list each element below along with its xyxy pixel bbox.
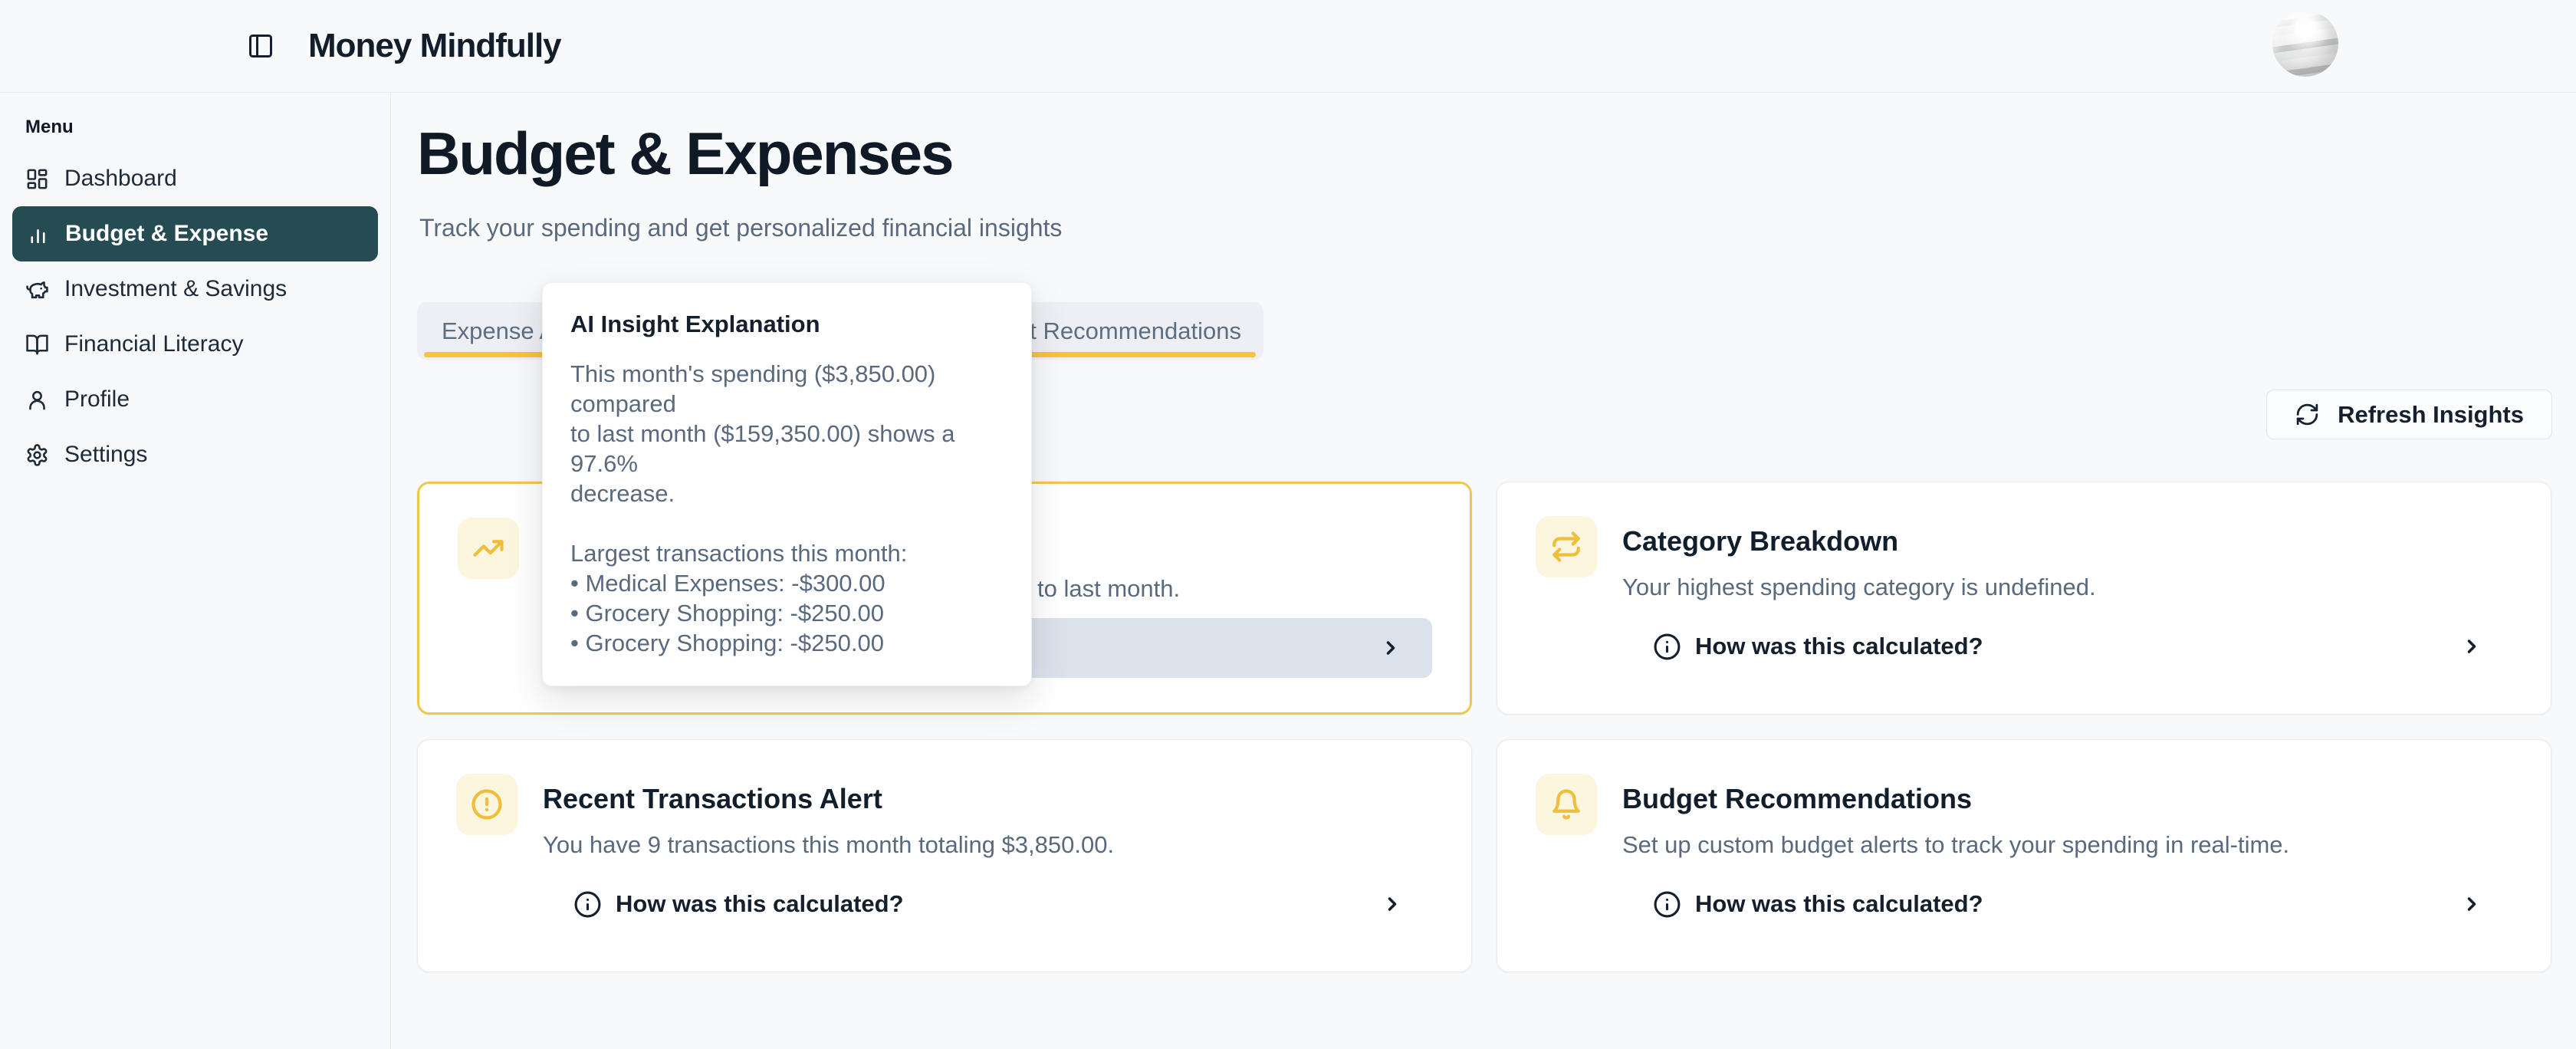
card-title: Budget Recommendations [1622,783,1972,815]
how-calculated-button[interactable]: How was this calculated? [543,874,1434,934]
gear-icon [25,443,49,467]
card-category-breakdown: Category Breakdown Your highest spending… [1497,482,2551,715]
ai-tooltip-body: This month's spending ($3,850.00) compar… [570,359,1004,658]
card-description: You have 9 transactions this month total… [543,831,1114,859]
card-title: Category Breakdown [1622,525,1898,557]
sidebar-toggle-button[interactable] [247,32,274,60]
sidebar-item-label: Investment & Savings [64,276,287,302]
how-calculated-label: How was this calculated? [1695,633,1983,660]
sidebar-item-investment-savings[interactable]: Investment & Savings [0,261,390,317]
repeat-icon [1536,516,1597,577]
sidebar-menu-label: Menu [25,117,390,138]
sidebar-item-dashboard[interactable]: Dashboard [0,151,390,206]
dashboard-grid-icon [25,167,49,191]
sidebar-item-label: Dashboard [64,166,177,192]
refresh-icon [2295,402,2320,427]
ai-tooltip-line: • Grocery Shopping: -$250.00 [570,628,1004,658]
trending-up-icon [458,518,519,579]
panel-left-icon [247,32,274,60]
info-icon [1653,633,1681,661]
card-description: Set up custom budget alerts to track you… [1622,831,2289,859]
ai-tooltip-line: • Grocery Shopping: -$250.00 [570,598,1004,628]
piggy-bank-icon [25,278,49,301]
app-title: Money Mindfully [308,27,561,65]
how-calculated-label: How was this calculated? [616,890,904,918]
ai-tooltip-line: to last month ($159,350.00) shows a 97.6… [570,419,1004,478]
user-icon [25,388,49,412]
how-calculated-label: How was this calculated? [1695,890,1983,918]
refresh-insights-button[interactable]: Refresh Insights [2266,390,2552,439]
info-icon [573,890,602,919]
sidebar: Menu Dashboard Budget & Expense [0,93,391,1049]
sidebar-item-financial-literacy[interactable]: Financial Literacy [0,317,390,372]
refresh-insights-label: Refresh Insights [2338,401,2524,429]
sidebar-item-label: Profile [64,386,130,413]
card-title: Recent Transactions Alert [543,783,882,815]
ai-insight-tooltip: AI Insight Explanation This month's spen… [542,282,1032,686]
sidebar-item-budget-expense[interactable]: Budget & Expense [12,206,378,261]
ai-tooltip-title: AI Insight Explanation [570,311,1004,338]
user-avatar[interactable] [2272,11,2338,77]
sidebar-item-profile[interactable]: Profile [0,372,390,427]
chevron-right-icon [2461,636,2482,657]
info-icon [1653,890,1681,919]
chevron-right-icon [1380,637,1401,659]
ai-tooltip-line: This month's spending ($3,850.00) compar… [570,359,1004,419]
open-book-icon [25,333,49,357]
sidebar-item-label: Financial Literacy [64,331,243,357]
chevron-right-icon [1382,893,1403,915]
sidebar-item-settings[interactable]: Settings [0,427,390,482]
page-title: Budget & Expenses [417,119,953,189]
chevron-right-icon [2461,893,2482,915]
how-calculated-button[interactable]: How was this calculated? [1622,874,2513,934]
card-recent-transactions-alert: Recent Transactions Alert You have 9 tra… [417,739,1472,972]
alert-circle-icon [456,774,518,835]
card-description-fragment: to last month. [1037,575,1180,603]
page-subtitle: Track your spending and get personalized… [419,214,1062,242]
ai-tooltip-line: decrease. [570,478,1004,508]
main-content: Budget & Expenses Track your spending an… [391,93,2576,1049]
ai-tooltip-line: Largest transactions this month: [570,538,1004,568]
how-calculated-button[interactable]: How was this calculated? [1622,617,2513,676]
ai-tooltip-line [570,508,1004,538]
sidebar-nav: Dashboard Budget & Expense Investment & … [0,151,390,482]
sidebar-item-label: Budget & Expense [65,221,268,247]
bar-chart-icon [26,222,50,246]
sidebar-item-label: Settings [64,442,147,468]
app-header: Money Mindfully [0,0,2576,93]
card-description: Your highest spending category is undefi… [1622,574,2096,601]
bell-icon [1536,774,1597,835]
ai-tooltip-line: • Medical Expenses: -$300.00 [570,568,1004,598]
card-budget-recommendations: Budget Recommendations Set up custom bud… [1497,739,2551,972]
